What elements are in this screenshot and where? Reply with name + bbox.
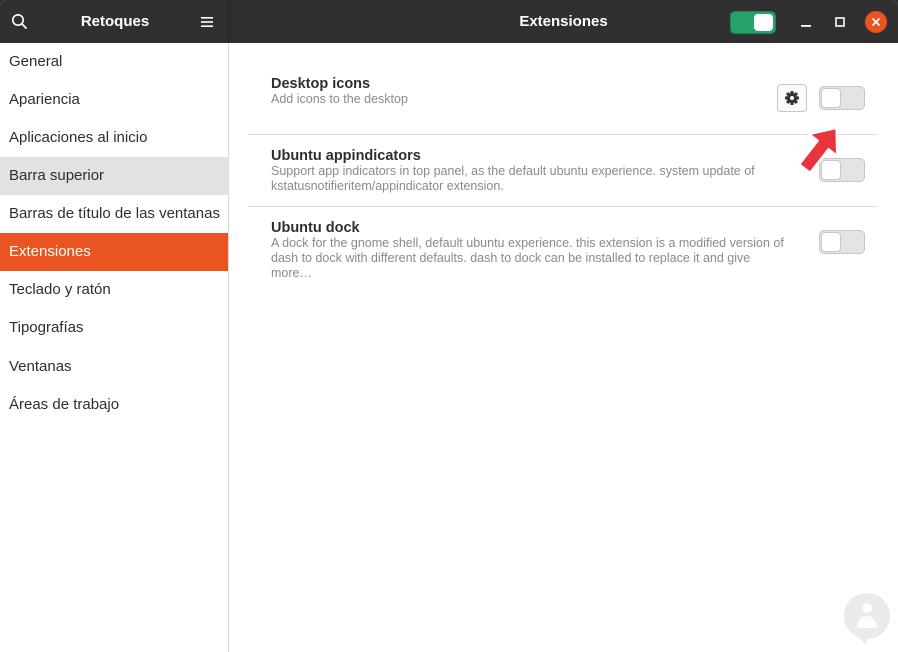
red-arrow-annotation (797, 126, 839, 175)
close-icon[interactable] (865, 11, 887, 33)
sidebar: General Apariencia Aplicaciones al inici… (0, 43, 229, 652)
sidebar-item-teclado-y-raton[interactable]: Teclado y ratón (0, 271, 228, 309)
sidebar-item-apariencia[interactable]: Apariencia (0, 81, 228, 119)
sidebar-item-barra-superior[interactable]: Barra superior (0, 157, 228, 195)
extension-row-ubuntu-dock: Ubuntu dock A dock for the gnome shell, … (229, 207, 898, 280)
minimize-icon[interactable] (796, 12, 816, 32)
extension-toggle-desktop-icons[interactable] (819, 86, 865, 110)
extension-name: Desktop icons (271, 76, 371, 92)
sidebar-item-barras-de-titulo[interactable]: Barras de título de las ventanas (0, 195, 228, 233)
extension-description: Add icons to the desktop (271, 92, 408, 106)
sidebar-item-areas-de-trabajo[interactable]: Áreas de trabajo (0, 386, 228, 424)
sidebar-item-extensiones[interactable]: Extensiones (0, 233, 228, 271)
extension-description: Support app indicators in top panel, as … (271, 164, 755, 193)
search-icon[interactable] (10, 12, 30, 32)
header-bar: Retoques Extensiones (0, 0, 898, 43)
sidebar-item-aplicaciones-al-inicio[interactable]: Aplicaciones al inicio (0, 119, 228, 157)
extension-name: Ubuntu dock (271, 220, 360, 236)
tweaks-window: Retoques Extensiones General Apariencia … (0, 0, 898, 652)
sidebar-item-tipografias[interactable]: Tipografías (0, 309, 228, 347)
extension-name: Ubuntu appindicators (271, 148, 421, 164)
switch-knob (754, 14, 773, 31)
gear-icon (785, 91, 799, 105)
watermark-logo (844, 593, 890, 645)
extensions-master-switch[interactable] (730, 11, 776, 34)
sidebar-item-general[interactable]: General (0, 43, 228, 81)
app-title: Retoques (80, 13, 150, 30)
extension-description: A dock for the gnome shell, default ubun… (271, 236, 784, 280)
extension-settings-button[interactable] (777, 84, 807, 112)
sidebar-item-ventanas[interactable]: Ventanas (0, 348, 228, 386)
toggle-knob (821, 88, 841, 108)
hamburger-menu-icon[interactable] (198, 13, 216, 31)
extension-toggle-ubuntu-dock[interactable] (819, 230, 865, 254)
maximize-icon[interactable] (830, 12, 850, 32)
toggle-knob (821, 232, 841, 252)
